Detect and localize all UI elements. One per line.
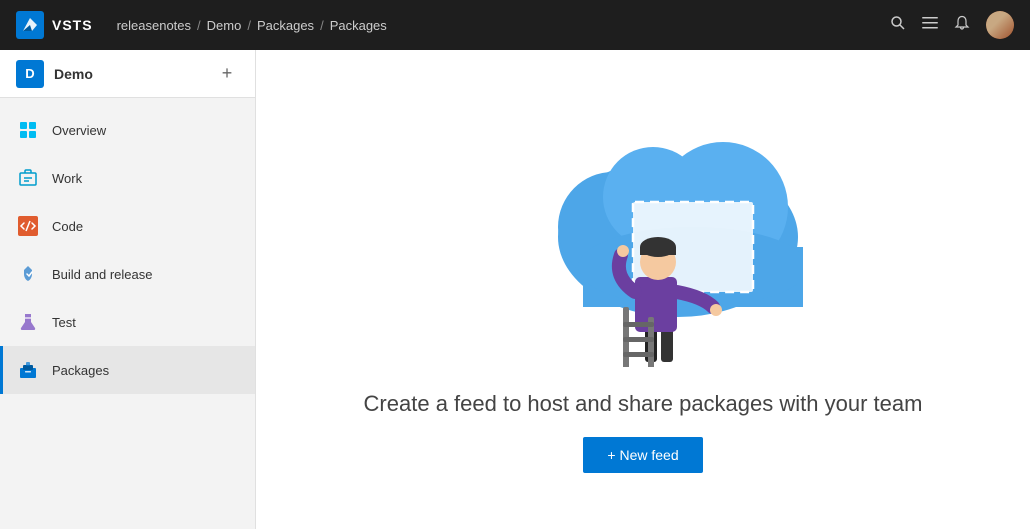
project-name: Demo (54, 66, 215, 82)
sidebar-item-overview[interactable]: Overview (0, 106, 255, 154)
sidebar-item-build-and-release[interactable]: Build and release (0, 250, 255, 298)
test-icon (16, 310, 40, 334)
tagline-text: Create a feed to host and share packages… (364, 391, 923, 417)
top-navigation: VSTS releasenotes / Demo / Packages / Pa… (0, 0, 1030, 50)
breadcrumb: releasenotes / Demo / Packages / Package… (117, 18, 890, 33)
new-feed-button[interactable]: + New feed (583, 437, 702, 473)
sidebar-packages-label: Packages (52, 363, 109, 378)
sidebar-item-code[interactable]: Code (0, 202, 255, 250)
sidebar-header: D Demo + (0, 50, 255, 98)
content-area: Create a feed to host and share packages… (256, 50, 1030, 529)
vsts-logo-icon (16, 11, 44, 39)
packages-icon (16, 358, 40, 382)
user-avatar[interactable] (986, 11, 1014, 39)
breadcrumb-packages1[interactable]: Packages (257, 18, 314, 33)
sidebar-work-label: Work (52, 171, 82, 186)
sidebar-item-packages[interactable]: Packages (0, 346, 255, 394)
sidebar-item-work[interactable]: Work (0, 154, 255, 202)
notifications-icon[interactable] (954, 15, 970, 36)
breadcrumb-demo[interactable]: Demo (207, 18, 242, 33)
work-icon (16, 166, 40, 190)
packages-illustration (483, 107, 803, 367)
top-nav-icons (890, 11, 1014, 39)
build-icon (16, 262, 40, 286)
sidebar-test-label: Test (52, 315, 76, 330)
sidebar-overview-label: Overview (52, 123, 106, 138)
main-layout: D Demo + Overview (0, 50, 1030, 529)
add-project-button[interactable]: + (215, 62, 239, 86)
sidebar-nav: Overview Work (0, 98, 255, 402)
sidebar: D Demo + Overview (0, 50, 256, 529)
sidebar-code-label: Code (52, 219, 83, 234)
sidebar-build-label: Build and release (52, 267, 152, 282)
menu-icon[interactable] (922, 15, 938, 36)
overview-icon (16, 118, 40, 142)
project-icon: D (16, 60, 44, 88)
sidebar-item-test[interactable]: Test (0, 298, 255, 346)
search-icon[interactable] (890, 15, 906, 36)
breadcrumb-packages2[interactable]: Packages (330, 18, 387, 33)
app-title: VSTS (52, 17, 93, 33)
code-icon (16, 214, 40, 238)
breadcrumb-releasenotes[interactable]: releasenotes (117, 18, 191, 33)
logo-area[interactable]: VSTS (16, 11, 93, 39)
